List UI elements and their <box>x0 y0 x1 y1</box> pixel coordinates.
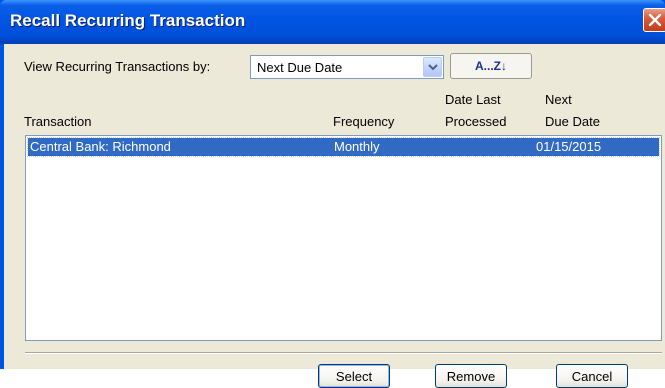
column-header-next-due-date-line2: Due Date <box>545 114 600 129</box>
frequency-cell: Monthly <box>334 139 380 154</box>
sort-order-label: A...Z↓ <box>475 59 507 73</box>
select-button[interactable]: Select <box>318 364 390 388</box>
sort-order-button[interactable]: A...Z↓ <box>450 53 532 79</box>
view-by-label: View Recurring Transactions by: <box>24 59 211 74</box>
cancel-button[interactable]: Cancel <box>556 364 628 388</box>
dropdown-arrow-button[interactable] <box>423 57 442 77</box>
remove-button[interactable]: Remove <box>435 364 507 388</box>
window-title: Recall Recurring Transaction <box>10 11 246 30</box>
remove-button-label: Remove <box>446 369 496 384</box>
close-icon <box>648 13 662 27</box>
cancel-button-label: Cancel <box>571 369 613 384</box>
table-row[interactable]: Central Bank: Richmond Monthly 01/15/201… <box>27 137 660 157</box>
column-header-date-last-processed-line1: Date Last <box>445 92 501 107</box>
divider <box>25 352 662 354</box>
chevron-down-icon <box>428 64 438 71</box>
recall-recurring-transaction-dialog: Recall Recurring Transaction View Recurr… <box>0 0 665 388</box>
select-button-label: Select <box>335 369 373 384</box>
transaction-cell: Central Bank: Richmond <box>30 139 171 154</box>
column-header-frequency: Frequency <box>333 114 395 129</box>
column-header-date-last-processed-line2: Processed <box>445 114 507 129</box>
dialog-body: View Recurring Transactions by: Next Due… <box>4 44 665 388</box>
column-header-next-due-date-line1: Next <box>545 92 572 107</box>
view-by-selected-value: Next Due Date <box>257 60 343 75</box>
column-header-transaction: Transaction <box>24 114 92 129</box>
close-button[interactable] <box>643 8 665 32</box>
next-due-date-cell: 01/15/2015 <box>536 139 602 154</box>
title-bar[interactable]: Recall Recurring Transaction <box>0 0 665 44</box>
recurring-transactions-list[interactable]: Central Bank: Richmond Monthly 01/15/201… <box>25 135 662 341</box>
view-by-dropdown[interactable]: Next Due Date <box>250 55 444 79</box>
